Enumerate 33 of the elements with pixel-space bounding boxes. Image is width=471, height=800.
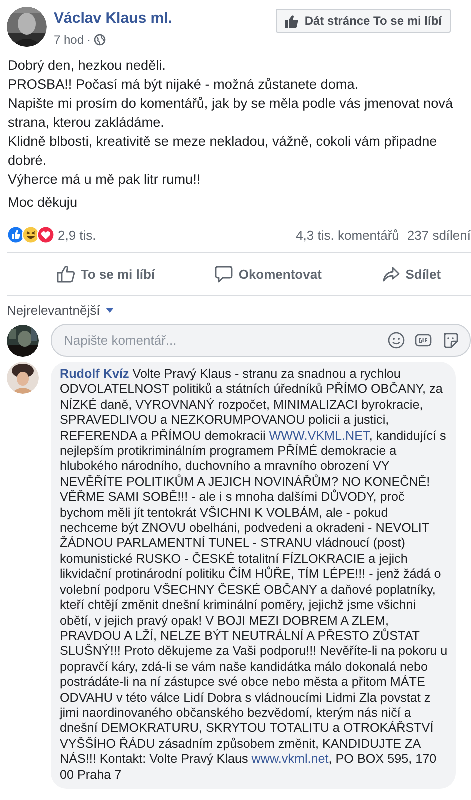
commenter-name[interactable]: Rudolf Kvíz — [60, 367, 130, 381]
share-count[interactable]: 237 sdílení — [407, 228, 471, 242]
haha-reaction-icon — [22, 226, 40, 244]
sticker-icon — [442, 332, 459, 349]
comment-button[interactable]: Okomentovat — [210, 259, 326, 289]
gif-icon — [415, 333, 432, 348]
globe-icon — [94, 34, 106, 46]
reaction-count[interactable]: 2,9 tis. — [58, 228, 96, 242]
share-arrow-icon — [382, 265, 400, 283]
thumbs-up-icon — [284, 14, 299, 28]
comment-input[interactable]: Napište komentář... — [51, 324, 471, 357]
sort-dropdown[interactable]: Nejrelevantnější — [7, 303, 114, 318]
avatar — [7, 362, 39, 394]
separator: · — [87, 33, 92, 47]
post-time[interactable]: 7 hod — [54, 33, 84, 47]
like-button[interactable]: To se mi líbí — [52, 259, 160, 289]
caret-down-icon — [106, 308, 114, 313]
comment-text: Rudolf Kvíz Volte Pravý Klaus - stranu za snadnou a rychlou ODVOLATELNOST politiků a státních úředníků PŘÍMO OBČANY, za NÍZKÉ daně, VYROVNANÝ rozpočet, MINIMALIZACI byrokracie, SPRAVEDLIVOU a NEZKORUMPOVANOU policii a justici, REFERENDA a PŘÍMOU demokracii WWW.VKML.NET, kandidující s nejlepším protikriminálním programem PŘÍMÉ demokracie a hlubokého národního, duchovního a mravního obrození VY NEVĚŘÍTE POLITIKŮM A JEJICH NOVINÁŘŮM? NO KONEČNĚ! VĚŘME SAMI SOBĚ!!! - ale i s mnoha dalšími DŮVODY, proč bychom měli jít tentokrát VŠICHNI K VOLBÁM, ale - pokud nechceme být ZNOVU obelháni, podvedeni a okradeni - NEVOLIT ŽÁDNOU PARLAMENTNÍ TUNEL - STRANU vládnoucí (post) komunistické RUSKO - ČESKÉ totalitní FÍZLOKRACIE a jejich likvidační protinárodní politiku ČÍM HŮŘE, TÍM LÉPE!!! - jenž žádá o volební podporu VŠECHNY ČESKÉ OBČANY a daňové poplatníky, kteří chtějí změnit dnešní kriminální poměry, jejichž jsme všichni obětí, v jejich pravý opak! V BOJI MEZI DOBREM A ZLEM, PRAVDOU A LŽÍ, NELZE BÝT NEUTRÁLNÍ A PŘESTO ZŮSTAT SLUŠNÝ!!! Proto děkujeme za Vaši podporu!!! Nevěříte-li na pokoru u popravčí káry, zdá-li se vám naše kandidátka málo dokonalá nebo postrádáte-li na ní zástupce své obce nebo města a přitom MÁTE ODVAHU v této válce Lidí Dobra s vládnoucími Lidmi Zla povstat z jimi naordinovaného občanského bezvědomí, kterým nás ničí a dnešní DEMOKRATURU, SKRYTOU TOTALITU a OTROKÁŘSTVÍ VYŠŠÍHO ŘÁDU zásadním způsobem změnit, KANDIDUJTE ZA NÁS!!! Kontakt: Volte Pravý Klaus www.vkml.net, PO BOX 595, 170 00 Praha 7 — [60, 367, 448, 783]
avatar — [7, 7, 47, 47]
link[interactable]: WWW.VKML.NET — [269, 428, 370, 443]
author-name[interactable]: Václav Klaus ml. — [54, 10, 172, 27]
like-reaction-icon — [7, 226, 25, 244]
love-reaction-icon — [37, 226, 55, 244]
speech-bubble-icon — [214, 265, 233, 283]
link[interactable]: www.vkml.net — [252, 752, 329, 766]
avatar — [7, 324, 39, 356]
thumbs-up-icon — [56, 265, 75, 283]
smiley-icon — [388, 332, 405, 349]
comment-count[interactable]: 4,3 tis. komentářů — [296, 228, 400, 242]
like-page-button[interactable]: Dát stránce To se mi líbí — [276, 9, 451, 33]
post-text: Dobrý den, hezkou neděli. PROSBA!! Počasí má být nijaké - možná zůstanete doma. Napište mi prosím do komentářů, jak by se měla podle vás jmenovat nová strana, kterou zakládáme. Klidně blbosti, kreativitě se meze nekladou, vážně, cokoli vám připadne dobré. Výherce má u mě pak litr rumu!! — [7, 57, 454, 189]
share-button[interactable]: Sdílet — [378, 259, 446, 289]
post-text: Moc děkuju — [7, 194, 79, 212]
